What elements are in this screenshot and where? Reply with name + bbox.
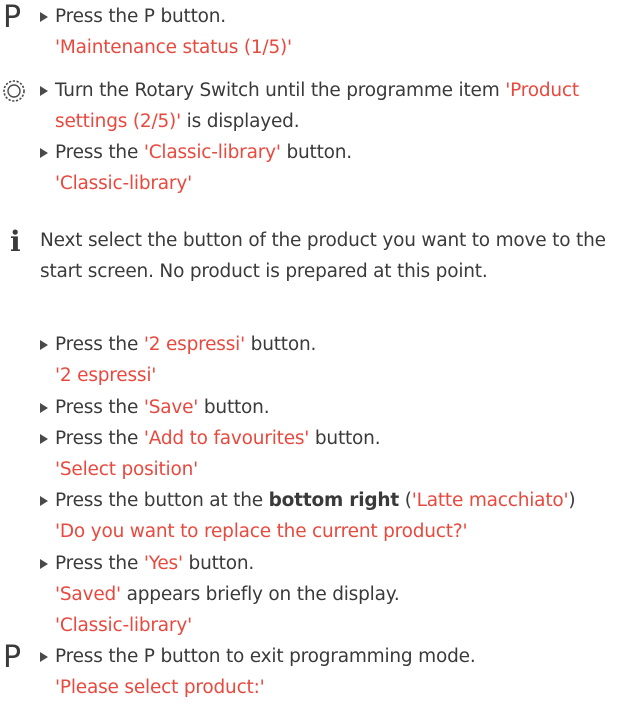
bullet-arrow-icon [40, 148, 48, 158]
step-2-highlight: 'Product [505, 80, 579, 101]
step-8-saved-text: appears briefly on the display. [120, 584, 400, 605]
step-6-pre: Press the [55, 428, 144, 449]
step-5-post: button. [198, 397, 270, 418]
p-button-symbol: P [3, 640, 21, 675]
step-7-paren-open: ( [399, 490, 412, 511]
step-6-post: button. [309, 428, 381, 449]
bullet-arrow-icon [40, 403, 48, 413]
step-6-result: 'Select position' [55, 459, 199, 480]
step-3-post: button. [280, 142, 352, 163]
step-8-result: 'Classic-library' [55, 615, 192, 636]
p-button-symbol: P [3, 0, 21, 35]
step-8-post: button. [182, 553, 255, 574]
step-4-highlight: '2 espressi' [143, 334, 245, 355]
step-7-result: 'Do you want to replace the current prod… [55, 521, 468, 542]
step-6-instruction: Press the 'Add to favourites' button. [55, 427, 381, 451]
bullet-arrow-icon [40, 559, 48, 569]
step-2-text-cont: is displayed. [180, 111, 300, 132]
step-7-highlight: 'Latte macchiato' [411, 490, 569, 511]
step-3-pre: Press the [55, 142, 144, 163]
step-7-pre: Press the button at the [55, 490, 269, 511]
step-4-pre: Press the [55, 334, 144, 355]
step-7-paren-close: ) [568, 490, 576, 511]
step-5-highlight: 'Save' [143, 397, 199, 418]
bullet-arrow-icon [40, 434, 48, 444]
step-8-highlight: 'Yes' [143, 553, 183, 574]
step-1-result: 'Maintenance status (1/5)' [55, 37, 292, 58]
step-3-highlight: 'Classic-library' [143, 142, 281, 163]
step-9-result: 'Please select product:' [55, 677, 265, 698]
step-7-bold: bottom right [268, 490, 400, 511]
step-2-highlight-cont: settings (2/5)' [55, 111, 181, 132]
rotary-switch-icon [3, 80, 25, 102]
step-6-highlight: 'Add to favourites' [143, 428, 310, 449]
step-8-pre: Press the [55, 553, 144, 574]
step-7-instruction: Press the button at the bottom right ('L… [55, 489, 576, 513]
step-5-instruction: Press the 'Save' button. [55, 396, 270, 420]
step-8-saved-highlight: 'Saved' [55, 584, 121, 605]
info-text-line-2: start screen. No product is prepared at … [40, 261, 488, 282]
step-2-instruction-line-1: Turn the Rotary Switch until the program… [55, 79, 579, 103]
step-3-instruction: Press the 'Classic-library' button. [55, 141, 352, 165]
step-5-pre: Press the [55, 397, 144, 418]
bullet-arrow-icon [40, 12, 48, 22]
bullet-arrow-icon [40, 652, 48, 662]
step-3-result: 'Classic-library' [55, 173, 192, 194]
step-4-instruction: Press the '2 espressi' button. [55, 333, 316, 357]
step-2-instruction-line-2: settings (2/5)' is displayed. [55, 110, 300, 134]
step-9-instruction: Press the P button to exit programming m… [55, 646, 476, 667]
step-8-instruction: Press the 'Yes' button. [55, 552, 254, 576]
bullet-arrow-icon [40, 340, 48, 350]
step-1-instruction: Press the P button. [55, 6, 226, 27]
bullet-arrow-icon [40, 496, 48, 506]
info-text-line-1: Next select the button of the product yo… [40, 230, 606, 251]
step-4-post: button. [245, 334, 317, 355]
info-icon: i [10, 225, 21, 258]
bullet-arrow-icon [40, 86, 48, 96]
step-2-text: Turn the Rotary Switch until the program… [55, 80, 506, 101]
step-4-result: '2 espressi' [55, 365, 157, 386]
step-8-saved-note: 'Saved' appears briefly on the display. [55, 583, 400, 607]
